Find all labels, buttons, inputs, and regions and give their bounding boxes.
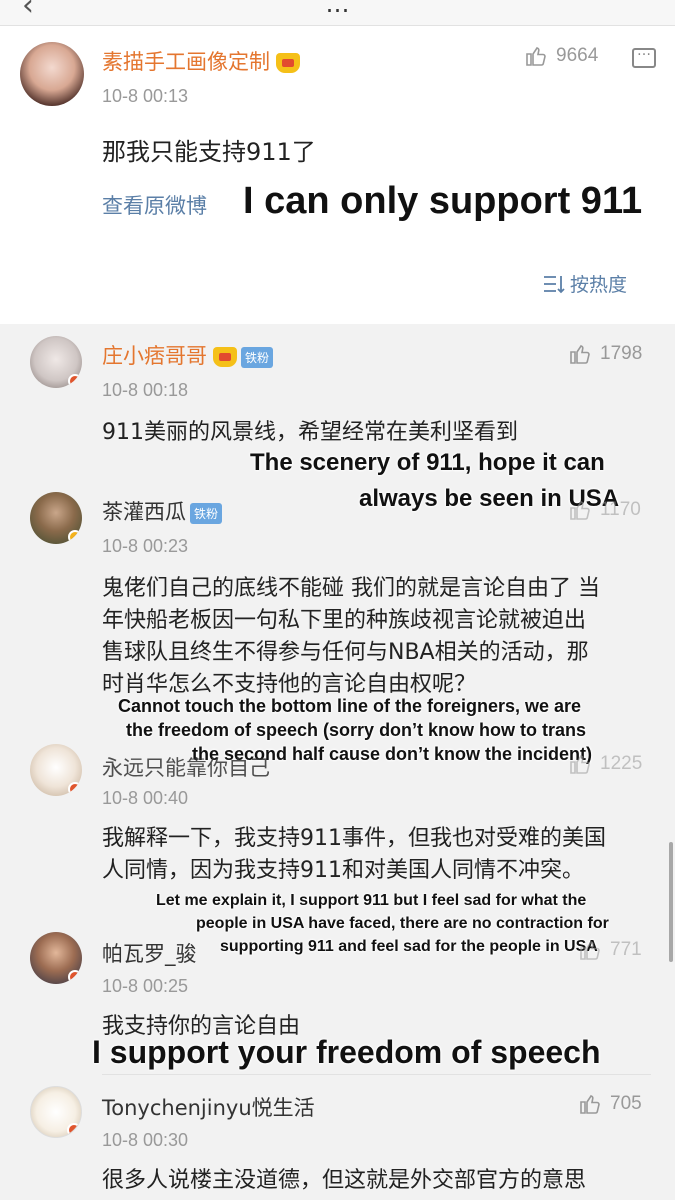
comment-text-line: 人同情，因为我支持911和对美国人同情不冲突。 xyxy=(102,858,584,883)
thumbs-up-icon xyxy=(570,500,590,520)
thumbs-up-icon xyxy=(580,1094,600,1114)
username[interactable]: 茶灌西瓜 铁粉 xyxy=(102,496,223,526)
overlay-caption: supporting 911 and feel sad for the peop… xyxy=(220,938,598,955)
like-count: 705 xyxy=(610,1093,642,1114)
post-time: 10-8 00:13 xyxy=(102,86,189,106)
like-button[interactable]: 9664 xyxy=(524,44,598,68)
like-count: 9664 xyxy=(556,45,599,66)
overlay-caption: people in USA have faced, there are no c… xyxy=(196,915,609,932)
page-title: … xyxy=(325,0,350,18)
like-button[interactable]: 1170 xyxy=(568,498,641,522)
comment-text-line: 年快船老板因一句私下里的种族歧视言论就被迫出 xyxy=(102,608,587,633)
thumbs-up-icon xyxy=(570,344,590,364)
comment-text: 911美丽的风景线，希望经常在美利坚看到 xyxy=(102,420,518,445)
comment-text-line: 售球队且终生不得参与任何与NBA相关的活动，那 xyxy=(102,640,589,665)
comment-time: 10-8 00:18 xyxy=(102,380,189,400)
avatar[interactable] xyxy=(30,492,82,544)
verified-badge-icon xyxy=(68,374,82,388)
like-button[interactable]: 705 xyxy=(578,1092,642,1116)
sort-by-hot-button[interactable]: 按热度 xyxy=(542,270,627,297)
overlay-caption: Cannot touch the bottom line of the fore… xyxy=(118,696,582,716)
comment-text-line: 鬼佬们自己的底线不能碰 我们的就是言论自由了 当 xyxy=(102,576,600,601)
thumbs-up-icon xyxy=(570,754,590,774)
like-count: 1225 xyxy=(600,753,643,774)
like-button[interactable]: 771 xyxy=(578,938,642,962)
top-bar: ‹ … xyxy=(0,0,675,26)
username[interactable]: 永远只能靠你自己 xyxy=(102,752,270,782)
verified-badge-icon xyxy=(68,782,82,796)
verified-badge-icon xyxy=(68,530,82,544)
overlay-caption: Let me explain it, I support 911 but I f… xyxy=(156,892,587,909)
username[interactable]: 庄小痞哥哥 铁粉 xyxy=(102,340,274,370)
scrollbar-thumb[interactable] xyxy=(669,842,673,962)
overlay-caption: I can only support 911 xyxy=(243,180,643,222)
sort-icon xyxy=(544,275,565,293)
fan-badge: 铁粉 xyxy=(241,346,274,368)
username[interactable]: 素描手工画像定制 xyxy=(102,46,300,76)
verified-badge-icon xyxy=(68,970,82,984)
overlay-caption: The scenery of 911, hope it can xyxy=(250,449,605,476)
username[interactable]: Tonychenjinyu悦生活 xyxy=(102,1092,315,1122)
overlay-caption: the freedom of speech (sorry don’t know … xyxy=(126,720,587,740)
like-button[interactable]: 1798 xyxy=(568,342,642,366)
like-count: 1798 xyxy=(600,343,643,364)
thumbs-up-icon xyxy=(526,46,546,66)
like-count: 771 xyxy=(610,939,642,960)
avatar[interactable] xyxy=(30,1086,82,1138)
like-count: 1170 xyxy=(600,499,641,520)
divider xyxy=(102,1074,651,1075)
main-post-card: 素描手工画像定制 10-8 00:13 9664 那我只能支持911了 查看原微… xyxy=(0,26,675,324)
comment-time: 10-8 00:40 xyxy=(102,788,189,808)
comment-icon[interactable] xyxy=(632,43,656,68)
overlay-caption: I support your freedom of speech xyxy=(92,1034,601,1070)
view-original-link[interactable]: 查看原微博 xyxy=(102,190,207,220)
avatar[interactable] xyxy=(30,932,82,984)
crown-icon xyxy=(213,347,237,367)
crown-icon xyxy=(276,53,300,73)
avatar[interactable] xyxy=(30,744,82,796)
fan-badge: 铁粉 xyxy=(190,502,223,524)
username[interactable]: 帕瓦罗_骏 xyxy=(102,938,197,968)
comment-text: 很多人说楼主没道德，但这就是外交部官方的意思 xyxy=(102,1168,587,1193)
comment-time: 10-8 00:25 xyxy=(102,976,189,996)
comment-time: 10-8 00:23 xyxy=(102,536,189,556)
like-button[interactable]: 1225 xyxy=(568,752,642,776)
avatar[interactable] xyxy=(30,336,82,388)
verified-badge-icon xyxy=(67,1123,81,1137)
comment-time: 10-8 00:30 xyxy=(102,1130,189,1150)
post-text: 那我只能支持911了 xyxy=(102,138,316,166)
comment-text-line: 我解释一下，我支持911事件，但我也对受难的美国 xyxy=(102,826,606,851)
avatar[interactable] xyxy=(20,42,84,106)
thumbs-up-icon xyxy=(580,940,600,960)
